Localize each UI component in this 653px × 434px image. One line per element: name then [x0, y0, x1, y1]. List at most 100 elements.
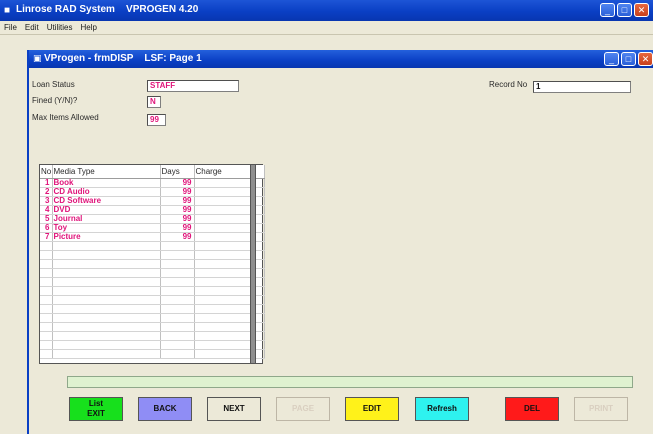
media-grid[interactable]: No Media Type Days Charge 1 Book 99 2 CD Aud…: [39, 164, 265, 364]
cell-empty: [52, 322, 161, 332]
table-row[interactable]: 7 Picture 99: [40, 232, 265, 242]
table-row-empty[interactable]: [40, 331, 265, 341]
record-no-field[interactable]: 1: [533, 81, 631, 93]
table-row-empty[interactable]: [40, 349, 265, 359]
menu-utilities[interactable]: Utilities: [47, 21, 73, 34]
table-row[interactable]: 6 Toy 99: [40, 223, 265, 233]
cell-empty: [40, 259, 53, 269]
table-row[interactable]: 4 DVD 99: [40, 205, 265, 215]
col-no-header[interactable]: No: [40, 165, 53, 179]
col-days-header[interactable]: Days: [160, 165, 195, 179]
child-title: VProgen - frmDISP LSF: Page 1: [44, 53, 202, 64]
maximize-icon[interactable]: □: [617, 3, 632, 17]
cell-empty: [40, 241, 53, 251]
table-row-empty[interactable]: [40, 340, 265, 350]
cell-media: Book: [52, 178, 161, 188]
back-button[interactable]: BACK: [138, 397, 192, 421]
table-row-empty[interactable]: [40, 322, 265, 332]
page-button[interactable]: PAGE: [276, 397, 330, 421]
cell-media: DVD: [52, 205, 161, 215]
table-row[interactable]: 2 CD Audio 99: [40, 187, 265, 197]
cell-empty: [40, 295, 53, 305]
table-row-empty[interactable]: [40, 241, 265, 251]
cell-empty: [40, 331, 53, 341]
cell-empty: [160, 241, 195, 251]
cell-empty: [40, 304, 53, 314]
table-row[interactable]: 5 Journal 99: [40, 214, 265, 224]
cell-no: 4: [40, 205, 53, 215]
cell-empty: [160, 340, 195, 350]
child-titlebar[interactable]: ▣ VProgen - frmDISP LSF: Page 1 _ □ ✕: [29, 50, 653, 68]
cell-media: Toy: [52, 223, 161, 233]
print-button[interactable]: PRINT: [574, 397, 628, 421]
cell-empty: [160, 286, 195, 296]
cell-empty: [52, 241, 161, 251]
cell-no: 6: [40, 223, 53, 233]
cell-empty: [40, 313, 53, 323]
cell-days: 99: [160, 223, 195, 233]
table-row-empty[interactable]: [40, 295, 265, 305]
cell-days: 99: [160, 214, 195, 224]
cell-empty: [40, 322, 53, 332]
cell-days: 99: [160, 232, 195, 242]
cell-empty: [160, 295, 195, 305]
cell-media: Journal: [52, 214, 161, 224]
cell-days: 99: [160, 187, 195, 197]
cell-empty: [52, 349, 161, 359]
cell-empty: [40, 277, 53, 287]
cell-empty: [160, 349, 195, 359]
cell-days: 99: [160, 196, 195, 206]
fined-field[interactable]: N: [147, 96, 161, 108]
table-row-empty[interactable]: [40, 286, 265, 296]
cell-empty: [52, 304, 161, 314]
cell-empty: [160, 268, 195, 278]
next-button[interactable]: NEXT: [207, 397, 261, 421]
cell-empty: [160, 304, 195, 314]
cell-no: 3: [40, 196, 53, 206]
record-no-label: Record No: [489, 80, 528, 89]
cell-empty: [52, 259, 161, 269]
table-row[interactable]: 1 Book 99: [40, 178, 265, 188]
refresh-button[interactable]: Refresh: [415, 397, 469, 421]
cell-empty: [40, 349, 53, 359]
child-window-controls: _ □ ✕: [604, 52, 653, 66]
minimize-icon[interactable]: _: [604, 52, 619, 66]
exit-button[interactable]: List EXIT: [69, 397, 123, 421]
cell-empty: [52, 286, 161, 296]
cell-empty: [52, 313, 161, 323]
table-row-empty[interactable]: [40, 313, 265, 323]
cell-days: 99: [160, 178, 195, 188]
delete-button[interactable]: DEL: [505, 397, 559, 421]
table-row[interactable]: 3 CD Software 99: [40, 196, 265, 206]
grid-scrollbar[interactable]: [250, 164, 256, 364]
table-row-empty[interactable]: [40, 268, 265, 278]
cell-empty: [52, 277, 161, 287]
close-icon[interactable]: ✕: [638, 52, 653, 66]
cell-no: 5: [40, 214, 53, 224]
app-icon: ■: [4, 5, 11, 16]
col-media-type-header[interactable]: Media Type: [52, 165, 161, 179]
max-items-label: Max Items Allowed: [32, 113, 99, 122]
edit-button[interactable]: EDIT: [345, 397, 399, 421]
maximize-icon[interactable]: □: [621, 52, 636, 66]
cell-empty: [52, 268, 161, 278]
exit-button-line1: List: [88, 399, 104, 408]
table-row-empty[interactable]: [40, 259, 265, 269]
minimize-icon[interactable]: _: [600, 3, 615, 17]
cell-empty: [160, 313, 195, 323]
close-icon[interactable]: ✕: [634, 3, 649, 17]
table-row-empty[interactable]: [40, 277, 265, 287]
table-row-empty[interactable]: [40, 250, 265, 260]
cell-no: 7: [40, 232, 53, 242]
app-titlebar[interactable]: ■ Linrose RAD System VPROGEN 4.20 _ □ ✕: [0, 0, 653, 21]
form-icon: ▣: [33, 53, 42, 63]
max-items-field[interactable]: 99: [147, 114, 166, 126]
menu-file[interactable]: File: [4, 21, 17, 34]
loan-status-field[interactable]: STAFF: [147, 80, 239, 92]
loan-status-label: Loan Status: [32, 80, 75, 89]
menu-edit[interactable]: Edit: [25, 21, 39, 34]
cell-media: Picture: [52, 232, 161, 242]
table-row-empty[interactable]: [40, 304, 265, 314]
cell-empty: [40, 268, 53, 278]
menu-help[interactable]: Help: [80, 21, 96, 34]
